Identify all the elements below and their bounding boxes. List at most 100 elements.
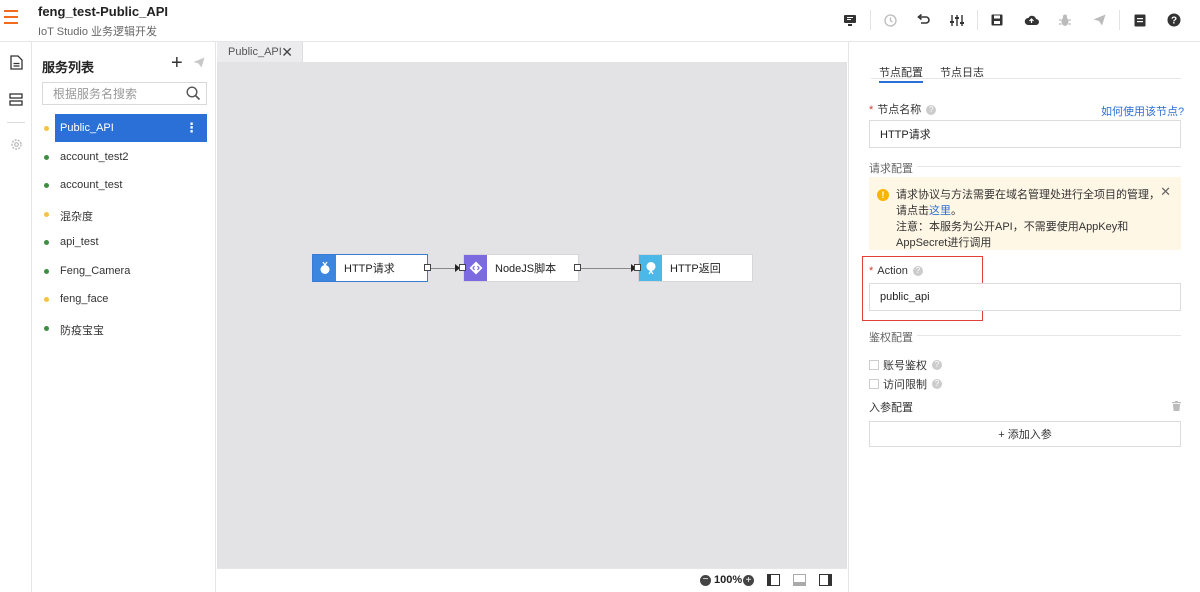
status-dot-icon — [44, 126, 49, 131]
more-options-icon[interactable]: ⋮ — [185, 120, 198, 136]
info-alert: ! 请求协议与方法需要在域名管理处进行全项目的管理，请点击这里。 注意：本服务为… — [869, 177, 1181, 250]
input-port[interactable] — [634, 264, 641, 271]
app-header: feng_test-Public_API IoT Studio 业务逻辑开发 ? — [0, 0, 1200, 42]
help-icon[interactable]: ? — [1165, 11, 1183, 29]
auth-config-section: 鉴权配置 — [869, 332, 913, 344]
access-limit-checkbox[interactable]: 访问限制? — [869, 376, 942, 392]
service-list-panel: 服务列表 + Public_API ⋮ account_test2 account_t… — [33, 42, 216, 592]
params-label: 入参配置 — [869, 402, 913, 414]
storage-icon[interactable] — [5, 88, 27, 110]
svg-text:?: ? — [1171, 16, 1177, 27]
code-icon — [464, 255, 487, 281]
bottom-panel-toggle-icon[interactable] — [793, 574, 806, 586]
trash-icon[interactable] — [1172, 400, 1181, 414]
service-list-item[interactable]: api_test — [33, 228, 216, 257]
node-name-input[interactable] — [870, 121, 1180, 147]
output-port[interactable] — [574, 264, 581, 271]
alert-link[interactable]: 这里 — [929, 205, 951, 217]
service-item-label: account_test2 — [60, 150, 129, 163]
service-list-title: 服务列表 — [42, 60, 95, 75]
left-panel-toggle-icon[interactable] — [767, 574, 780, 586]
question-icon[interactable]: ? — [926, 105, 937, 116]
service-list-item[interactable]: account_test2 — [33, 143, 216, 172]
service-item-label: api_test — [60, 236, 99, 248]
tab-node-config[interactable]: 节点配置 — [879, 64, 923, 83]
status-dot-icon — [44, 154, 49, 160]
http-request-icon — [313, 255, 336, 281]
flow-node-nodejs-script[interactable]: NodeJS脚本 — [463, 254, 579, 282]
service-list-item[interactable]: account_test — [33, 171, 216, 200]
service-item-label: feng_face — [60, 293, 109, 305]
service-item-label: account_test — [60, 179, 123, 191]
settings-sliders-icon[interactable] — [948, 11, 966, 29]
service-item-label: 混杂度 — [60, 210, 93, 223]
tab-label: Public_API — [228, 46, 282, 58]
action-input[interactable] — [870, 284, 1180, 310]
service-search-input[interactable] — [43, 83, 173, 104]
action-field — [869, 283, 1181, 311]
question-icon[interactable]: ? — [932, 360, 942, 370]
node-config-panel: 节点配置 节点日志 *节点名称? 如何使用该节点? 请求配置 ! 请求协议与方法… — [848, 42, 1200, 592]
flow-canvas[interactable]: HTTP请求 NodeJS脚本 HTTP返回 — [217, 62, 847, 568]
service-search — [42, 82, 207, 105]
service-list-item[interactable]: Feng_Camera — [33, 257, 216, 286]
tab-node-log[interactable]: 节点日志 — [940, 64, 984, 80]
service-list-item[interactable]: 混杂度 — [33, 200, 216, 229]
status-dot-icon — [44, 183, 49, 188]
history-icon[interactable] — [881, 11, 899, 29]
service-list-item[interactable]: Public_API ⋮ — [33, 114, 216, 143]
help-link[interactable]: 如何使用该节点? — [1101, 103, 1184, 119]
search-icon[interactable] — [186, 86, 201, 104]
save-icon[interactable] — [988, 11, 1006, 29]
question-icon[interactable]: ? — [932, 379, 942, 389]
config-tabs: 节点配置 节点日志 — [871, 61, 1181, 83]
send-icon[interactable] — [193, 57, 205, 71]
deploy-cloud-icon[interactable] — [1022, 11, 1040, 29]
output-port[interactable] — [424, 264, 431, 271]
question-icon[interactable]: ? — [912, 266, 923, 277]
node-label: HTTP请求 — [344, 263, 395, 275]
status-dot-icon — [44, 268, 49, 274]
gear-icon[interactable] — [5, 133, 27, 155]
flow-node-http-request[interactable]: HTTP请求 — [312, 254, 428, 282]
canvas-area: Public_API ✕ HTTP请求 NodeJS脚本 HTTP返回 − 10… — [217, 42, 847, 592]
close-icon[interactable]: ✕ — [281, 44, 293, 61]
app-title: feng_test-Public_API — [38, 4, 169, 19]
status-dot-icon — [44, 240, 49, 245]
service-list: Public_API ⋮ account_test2 account_test 混杂度 a… — [33, 114, 216, 342]
service-item-label: Public_API — [60, 122, 114, 134]
service-item-label: Feng_Camera — [60, 264, 131, 277]
add-service-icon[interactable]: + — [171, 53, 183, 73]
status-dot-icon — [44, 211, 49, 217]
zoom-level: 100% — [714, 574, 743, 586]
zoom-in-icon[interactable]: + — [743, 575, 754, 586]
node-label: NodeJS脚本 — [495, 263, 557, 275]
hamburger-menu-icon[interactable] — [4, 8, 22, 28]
service-list-item[interactable]: feng_face — [33, 285, 216, 314]
node-name-field — [869, 120, 1181, 148]
service-list-item[interactable]: 防疫宝宝 — [33, 314, 216, 343]
document-icon[interactable] — [1131, 11, 1149, 29]
zoom-out-icon[interactable]: − — [700, 575, 711, 586]
tab-public-api[interactable]: Public_API ✕ — [217, 42, 303, 62]
monitor-icon[interactable] — [841, 11, 859, 29]
left-rail — [0, 42, 32, 592]
http-response-icon — [639, 255, 662, 281]
publish-send-icon[interactable] — [1090, 11, 1108, 29]
node-label: HTTP返回 — [670, 263, 721, 275]
undo-icon[interactable] — [914, 11, 932, 29]
close-icon[interactable]: ✕ — [1160, 184, 1171, 200]
right-panel-toggle-icon[interactable] — [819, 574, 832, 586]
add-param-button[interactable]: + 添加入参 — [869, 421, 1181, 447]
file-icon[interactable] — [5, 51, 27, 73]
alert-text: 请求协议与方法需要在域名管理处进行全项目的管理，请点击这里。 注意：本服务为公开… — [896, 189, 1160, 249]
warning-icon: ! — [877, 189, 889, 201]
status-dot-icon — [44, 297, 49, 302]
input-port[interactable] — [459, 264, 466, 271]
node-name-label: * 节点名称? — [869, 101, 937, 117]
action-label: * Action? — [869, 265, 923, 277]
flow-node-http-response[interactable]: HTTP返回 — [638, 254, 753, 282]
service-item-label: 防疫宝宝 — [60, 324, 104, 337]
debug-bug-icon[interactable] — [1056, 11, 1074, 29]
account-auth-checkbox[interactable]: 账号鉴权? — [869, 357, 942, 373]
